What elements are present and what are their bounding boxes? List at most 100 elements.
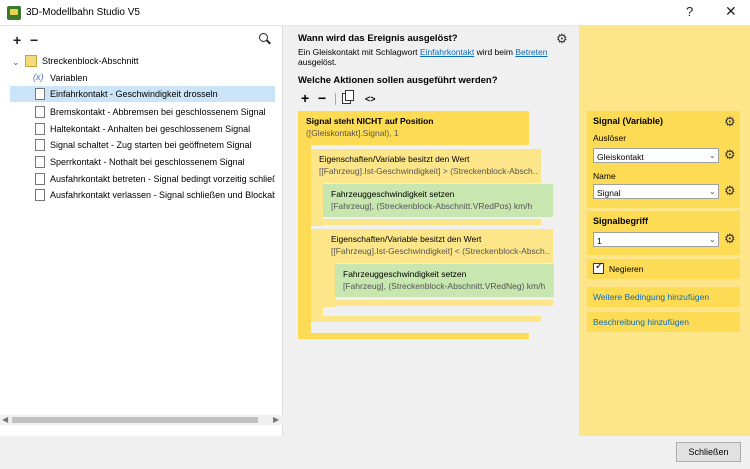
negate-checkbox[interactable]	[593, 261, 604, 274]
block-params: [Fahrzeug], (Streckenblock-Abschnitt.VRe…	[331, 201, 533, 211]
event-editor: Wann wird das Ereignis ausgelöst? Ein Gl…	[292, 26, 578, 436]
tree-item-label: Bremskontakt - Abbremsen bei geschlossen…	[50, 107, 266, 117]
block-params: [Fahrzeug], (Streckenblock-Abschnitt.VRe…	[343, 281, 546, 291]
document-icon	[35, 189, 45, 201]
remove-action-icon[interactable]: −	[318, 90, 326, 106]
tree-item-label: Einfahrkontakt - Geschwindigkeit drossel…	[50, 89, 218, 99]
tree-item-event[interactable]: Haltekontakt - Anhalten bei geschlossene…	[10, 121, 275, 137]
tree-root-label: Streckenblock-Abschnitt	[42, 56, 139, 66]
tree-item-event[interactable]: Sperrkontakt - Nothalt bei geschlossenem…	[10, 154, 275, 170]
signalbegriff-section: Signalbegriff 1 ⌄	[587, 211, 740, 255]
tree-item-event[interactable]: Einfahrkontakt - Geschwindigkeit drossel…	[10, 86, 275, 102]
signalbegriff-select[interactable]: 1 ⌄	[593, 232, 719, 247]
block-params: [[Fahrzeug].Ist-Geschwindigkeit] < (Stre…	[331, 246, 549, 256]
event-heading: Wann wird das Ereignis ausgelöst?	[298, 33, 458, 44]
condition-block[interactable]: Eigenschaften/Variable besitzt den Wert …	[311, 149, 541, 183]
condition-block-side	[311, 229, 323, 316]
block-params: ([Gleiskontakt].Signal), 1	[306, 128, 399, 138]
condition-block-side	[298, 145, 311, 334]
scroll-right-icon[interactable]: ▶	[273, 415, 279, 424]
chevron-down-icon[interactable]: ⌄	[709, 235, 716, 244]
trigger-label: Auslöser	[593, 133, 627, 143]
search-icon[interactable]	[259, 33, 271, 45]
event-description: Ein Gleiskontakt mit Schlagwort Einfahrk…	[298, 47, 558, 67]
document-icon	[35, 106, 45, 118]
document-icon	[35, 139, 45, 151]
name-label: Name	[593, 171, 616, 181]
tree-item-variables[interactable]: (x) Variablen	[10, 70, 275, 86]
document-icon	[35, 123, 45, 135]
scrollbar-thumb[interactable]	[12, 417, 258, 423]
gear-icon[interactable]	[724, 147, 736, 163]
document-icon	[35, 173, 45, 185]
dialog-footer	[0, 436, 750, 469]
close-button[interactable]: Schließen	[676, 442, 741, 462]
variable-icon: (x)	[33, 72, 44, 82]
action-block[interactable]: Fahrzeuggeschwindigkeit setzen [Fahrzeug…	[323, 184, 553, 217]
tree-item-label: Ausfahrkontakt verlassen - Signal schlie…	[50, 190, 275, 200]
actions-heading: Welche Aktionen sollen ausgeführt werden…	[298, 75, 498, 86]
properties-panel: Signal (Variable) Auslöser Gleiskontakt …	[579, 26, 750, 436]
gear-icon[interactable]	[724, 114, 736, 130]
add-description-label: Beschreibung hinzufügen	[593, 317, 689, 327]
negate-row[interactable]: Negieren	[587, 259, 740, 279]
condition-block[interactable]: Signal steht NICHT auf Position ([Gleisk…	[298, 111, 529, 145]
block-title: Eigenschaften/Variable besitzt den Wert	[319, 154, 470, 164]
app-icon	[7, 6, 21, 20]
gear-icon[interactable]	[556, 31, 568, 47]
name-value: Signal	[597, 188, 621, 198]
signalbegriff-label: Signalbegriff	[593, 216, 649, 226]
event-desc-text: ausgelöst.	[298, 57, 337, 67]
add-condition-label: Weitere Bedingung hinzufügen	[593, 292, 710, 302]
signalbegriff-value: 1	[597, 236, 602, 246]
block-title: Eigenschaften/Variable besitzt den Wert	[331, 234, 482, 244]
block-end-bar	[311, 316, 541, 322]
tree-item-label: Sperrkontakt - Nothalt bei geschlossenem…	[50, 157, 245, 167]
copy-icon[interactable]	[342, 90, 354, 104]
condition-block[interactable]: Eigenschaften/Variable besitzt den Wert …	[323, 229, 553, 263]
block-title: Fahrzeuggeschwindigkeit setzen	[343, 269, 467, 279]
trigger-value: Gleiskontakt	[597, 152, 644, 162]
add-action-icon[interactable]: +	[301, 90, 309, 106]
window-title: 3D-Modellbahn Studio V5	[26, 7, 140, 18]
gear-icon[interactable]	[724, 231, 736, 247]
tree-item-event[interactable]: Ausfahrkontakt betreten - Signal bedingt…	[10, 171, 275, 187]
add-condition-link[interactable]: Weitere Bedingung hinzufügen	[587, 287, 740, 307]
event-desc-text: wird beim	[474, 47, 516, 57]
title-bar: 3D-Modellbahn Studio V5 ? ✕	[0, 0, 750, 26]
properties-title: Signal (Variable)	[593, 116, 664, 126]
document-icon	[35, 88, 45, 100]
tree-item-event[interactable]: Ausfahrkontakt verlassen - Signal schlie…	[10, 187, 275, 203]
negate-label: Negieren	[609, 264, 644, 274]
block-title: Signal steht NICHT auf Position	[306, 116, 434, 126]
name-select[interactable]: Signal ⌄	[593, 184, 719, 199]
toolbar-separator	[335, 93, 336, 105]
document-icon	[35, 156, 45, 168]
add-icon[interactable]: +	[13, 32, 21, 48]
add-description-link[interactable]: Beschreibung hinzufügen	[587, 312, 740, 332]
horizontal-scrollbar[interactable]: ◀ ▶	[0, 415, 283, 425]
trigger-keyword-link[interactable]: Einfahrkontakt	[420, 47, 474, 57]
tree-item-event[interactable]: Signal schaltet - Zug starten bei geöffn…	[10, 137, 275, 153]
trigger-mode-link[interactable]: Betreten	[515, 47, 547, 57]
tree-item-label: Haltekontakt - Anhalten bei geschlossene…	[50, 124, 251, 134]
event-desc-text: Ein Gleiskontakt mit Schlagwort	[298, 47, 420, 57]
chevron-down-icon[interactable]: ⌄	[709, 151, 716, 160]
code-view-icon[interactable]: <>	[365, 94, 376, 104]
event-tree-panel: + − ⌄ Streckenblock-Abschnitt (x) Variab…	[0, 26, 283, 436]
close-window-button[interactable]: ✕	[725, 3, 737, 20]
action-block[interactable]: Fahrzeuggeschwindigkeit setzen [Fahrzeug…	[335, 264, 554, 297]
tree-item-event[interactable]: Bremskontakt - Abbremsen bei geschlossen…	[10, 104, 275, 120]
tree-item-label: Variablen	[50, 73, 88, 83]
chevron-down-icon[interactable]: ⌄	[12, 57, 20, 68]
block-params: [[Fahrzeug].Ist-Geschwindigkeit] > (Stre…	[319, 166, 537, 176]
gear-icon[interactable]	[724, 183, 736, 199]
trigger-select[interactable]: Gleiskontakt ⌄	[593, 148, 719, 163]
tree-item-label: Ausfahrkontakt betreten - Signal bedingt…	[50, 174, 275, 184]
block-end-bar	[311, 219, 541, 225]
remove-icon[interactable]: −	[30, 32, 38, 48]
variable-properties: Signal (Variable) Auslöser Gleiskontakt …	[587, 111, 740, 208]
help-button[interactable]: ?	[686, 4, 693, 19]
chevron-down-icon[interactable]: ⌄	[709, 187, 716, 196]
scroll-left-icon[interactable]: ◀	[2, 415, 8, 424]
